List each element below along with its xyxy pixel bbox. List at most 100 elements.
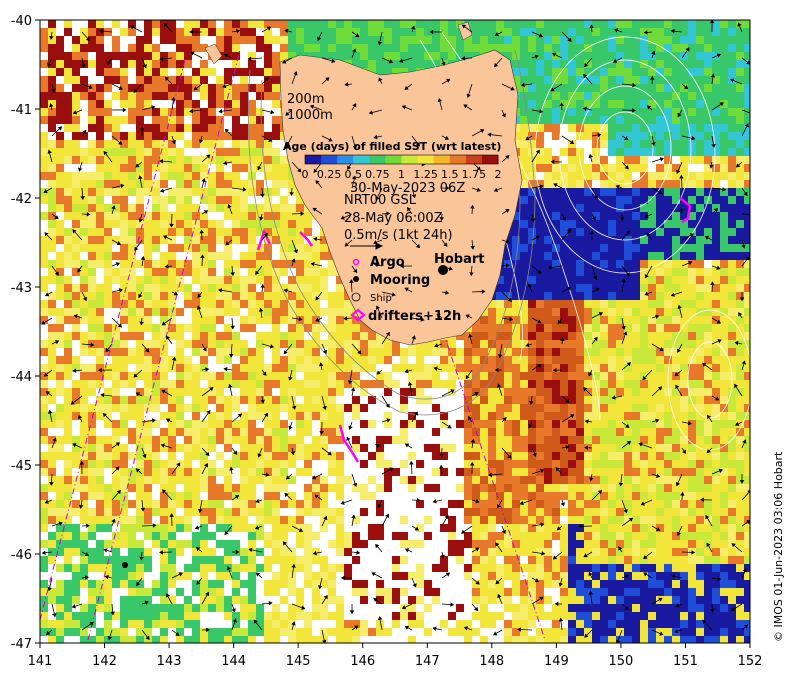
- sst-cell: [616, 244, 624, 252]
- sst-cell: [584, 372, 592, 380]
- sst-cell: [248, 324, 256, 332]
- sst-cell: [88, 204, 96, 212]
- sst-cell: [520, 236, 528, 244]
- sst-cell: [72, 28, 80, 36]
- sst-cell: [144, 260, 152, 268]
- sst-cell: [544, 284, 552, 292]
- sst-cell: [96, 60, 104, 68]
- sst-cell: [120, 364, 128, 372]
- sst-cell: [280, 172, 288, 180]
- sst-cell: [496, 372, 504, 380]
- sst-cell: [184, 196, 192, 204]
- sst-cell: [160, 132, 168, 140]
- sst-cell: [592, 252, 600, 260]
- sst-cell: [232, 172, 240, 180]
- sst-cell: [224, 196, 232, 204]
- sst-cell: [736, 132, 744, 140]
- sst-cell: [40, 76, 48, 84]
- sst-cell: [608, 188, 616, 196]
- sst-cell: [240, 316, 248, 324]
- sst-cell: [688, 316, 696, 324]
- sst-cell: [648, 148, 656, 156]
- sst-cell: [592, 172, 600, 180]
- sst-cell: [592, 60, 600, 68]
- sst-cell: [72, 140, 80, 148]
- sst-cell: [312, 28, 320, 36]
- sst-cell: [104, 20, 112, 28]
- sst-cell: [704, 20, 712, 28]
- sst-cell: [696, 188, 704, 196]
- sst-cell: [216, 300, 224, 308]
- sst-cell: [584, 196, 592, 204]
- sst-cell: [40, 220, 48, 228]
- sst-cell: [584, 324, 592, 332]
- sst-cell: [576, 428, 584, 436]
- sst-cell: [712, 292, 720, 300]
- sst-cell: [528, 332, 536, 340]
- sst-cell: [128, 228, 136, 236]
- sst-cell: [568, 460, 576, 468]
- sst-cell: [592, 108, 600, 116]
- sst-cell: [336, 316, 344, 324]
- sst-cell: [120, 244, 128, 252]
- sst-cell: [512, 300, 520, 308]
- sst-cell: [608, 284, 616, 292]
- sst-cell: [480, 348, 488, 356]
- sst-cell: [352, 428, 360, 436]
- sst-cell: [264, 180, 272, 188]
- sst-cell: [112, 428, 120, 436]
- sst-cell: [608, 228, 616, 236]
- sst-cell: [640, 20, 648, 28]
- sst-cell: [704, 332, 712, 340]
- sst-cell: [56, 428, 64, 436]
- sst-cell: [280, 388, 288, 396]
- sst-cell: [80, 412, 88, 420]
- sst-cell: [728, 228, 736, 236]
- sst-cell: [376, 340, 384, 348]
- sst-cell: [672, 308, 680, 316]
- sst-cell: [320, 36, 328, 44]
- sst-cell: [192, 164, 200, 172]
- sst-cell: [584, 404, 592, 412]
- sst-cell: [232, 292, 240, 300]
- sst-cell: [312, 268, 320, 276]
- sst-cell: [104, 412, 112, 420]
- sst-cell: [632, 116, 640, 124]
- sst-cell: [616, 228, 624, 236]
- sst-cell: [560, 340, 568, 348]
- sst-cell: [112, 220, 120, 228]
- sst-cell: [160, 76, 168, 84]
- sst-cell: [248, 204, 256, 212]
- sst-cell: [296, 268, 304, 276]
- sst-cell: [392, 36, 400, 44]
- sst-cell: [464, 444, 472, 452]
- sst-cell: [152, 236, 160, 244]
- sst-cell: [304, 44, 312, 52]
- sst-cell: [680, 164, 688, 172]
- sst-cell: [600, 276, 608, 284]
- sst-cell: [560, 28, 568, 36]
- sst-cell: [248, 92, 256, 100]
- sst-cell: [496, 428, 504, 436]
- sst-cell: [104, 308, 112, 316]
- sst-cell: [680, 92, 688, 100]
- sst-cell: [72, 196, 80, 204]
- sst-cell: [496, 340, 504, 348]
- sst-cell: [696, 44, 704, 52]
- sst-cell: [736, 396, 744, 404]
- sst-cell: [656, 36, 664, 44]
- sst-cell: [64, 100, 72, 108]
- sst-cell: [128, 148, 136, 156]
- sst-cell: [648, 252, 656, 260]
- sst-cell: [512, 20, 520, 28]
- sst-cell: [624, 460, 632, 468]
- sst-cell: [240, 172, 248, 180]
- sst-cell: [144, 228, 152, 236]
- sst-cell: [168, 332, 176, 340]
- sst-cell: [608, 364, 616, 372]
- sst-cell: [40, 100, 48, 108]
- sst-cell: [728, 156, 736, 164]
- sst-cell: [40, 340, 48, 348]
- sst-cell: [128, 100, 136, 108]
- sst-cell: [200, 92, 208, 100]
